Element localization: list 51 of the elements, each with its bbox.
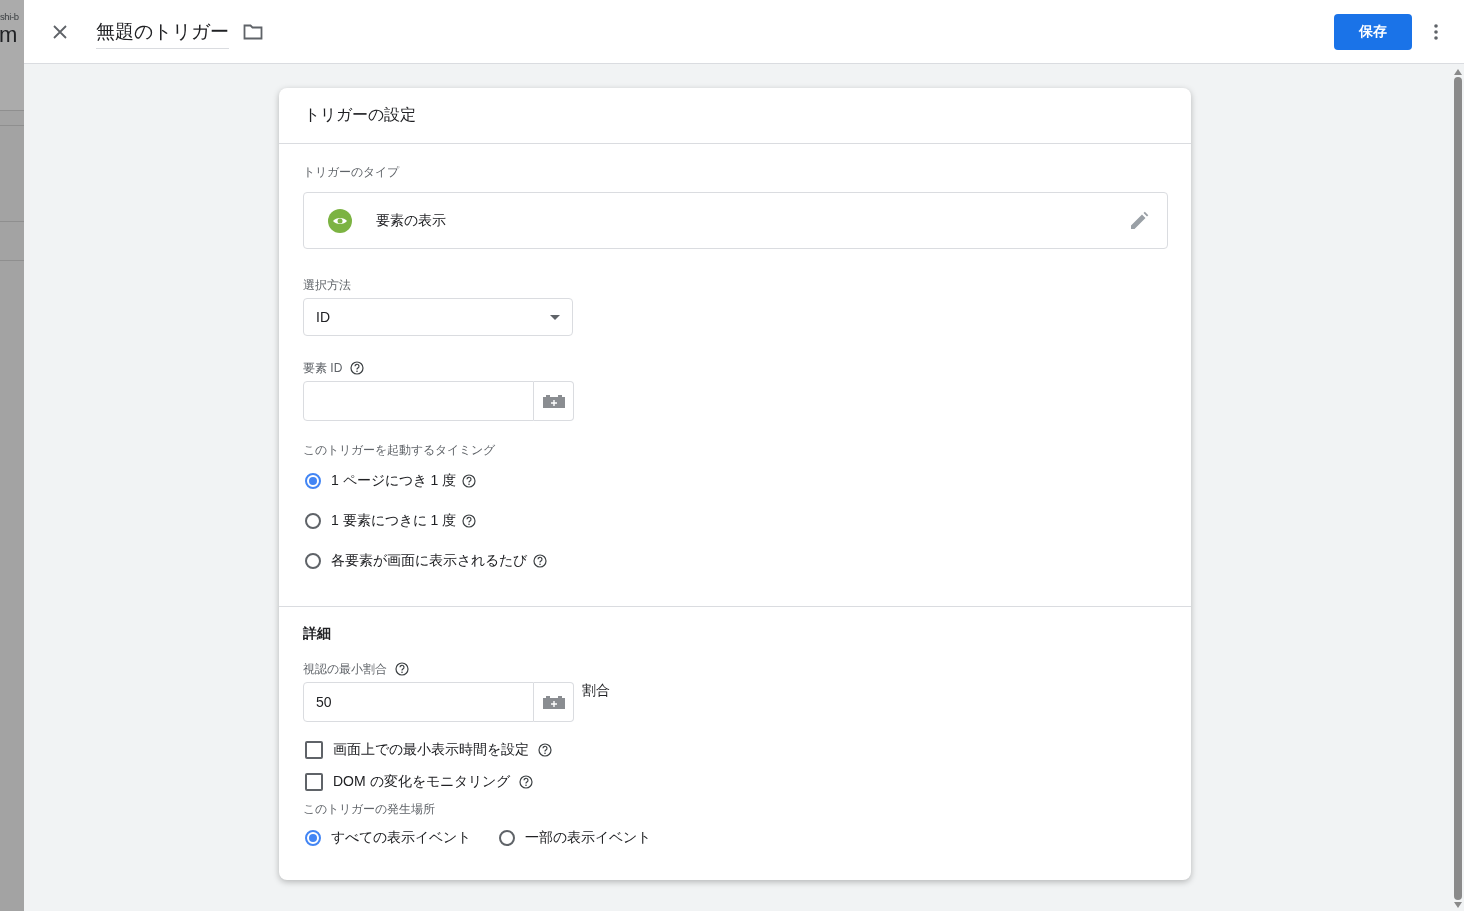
background-text: m <box>0 22 19 48</box>
element-id-field[interactable] <box>303 381 534 421</box>
radio-label: すべての表示イベント <box>331 829 471 847</box>
help-icon[interactable] <box>538 743 552 757</box>
section-heading: 詳細 <box>303 625 332 643</box>
field-label: トリガーのタイプ <box>303 164 401 180</box>
trigger-name-field[interactable]: 無題のトリガー <box>96 14 229 49</box>
selection-method-dropdown[interactable]: ID <box>303 298 573 336</box>
unit-label: 割合 <box>582 682 610 700</box>
help-icon[interactable] <box>350 361 365 375</box>
scroll-up-icon[interactable] <box>1454 69 1462 75</box>
variable-picker-icon <box>541 394 566 408</box>
save-button[interactable]: 保存 <box>1334 13 1412 50</box>
radio-button[interactable] <box>305 473 321 489</box>
checkbox-label: DOM の変化をモニタリング <box>333 773 510 791</box>
help-icon[interactable] <box>462 474 477 488</box>
checkbox[interactable] <box>305 773 323 791</box>
radio-label: 1 ページにつき 1 度 <box>331 472 457 490</box>
field-label: 要素 ID <box>303 359 343 377</box>
help-icon[interactable] <box>518 775 533 789</box>
radio-button[interactable] <box>305 553 321 569</box>
close-icon[interactable] <box>52 23 68 40</box>
min-percent-field[interactable]: 50 <box>303 682 534 722</box>
pencil-icon[interactable] <box>1129 210 1149 231</box>
radio-label: 各要素が画面に表示されるたび <box>331 552 527 570</box>
more-icon[interactable] <box>1434 23 1438 40</box>
help-icon[interactable] <box>395 662 409 676</box>
radio-button[interactable] <box>499 830 515 846</box>
trigger-type-value: 要素の表示 <box>376 211 447 230</box>
scroll-down-icon[interactable] <box>1454 902 1462 908</box>
radio-button[interactable] <box>305 513 321 529</box>
background-text: shi-b <box>0 10 19 22</box>
field-label: このトリガーを起動するタイミング <box>303 442 496 458</box>
checkbox-label: 画面上での最小表示時間を設定 <box>333 741 529 759</box>
help-icon[interactable] <box>462 514 477 528</box>
radio-button[interactable] <box>305 830 321 846</box>
variable-picker-button[interactable] <box>534 682 574 722</box>
eye-icon <box>328 208 352 233</box>
variable-picker-button[interactable] <box>534 381 574 421</box>
variable-picker-icon <box>541 695 566 709</box>
checkbox[interactable] <box>305 741 323 759</box>
folder-icon[interactable] <box>243 23 263 40</box>
trigger-type-selector[interactable]: 要素の表示 <box>303 192 1168 249</box>
field-label: 視認の最小割合 <box>303 660 387 678</box>
help-icon[interactable] <box>533 554 547 568</box>
radio-label: 一部の表示イベント <box>525 829 651 847</box>
radio-label: 1 要素につきに 1 度 <box>331 512 457 530</box>
field-label: このトリガーの発生場所 <box>303 801 436 817</box>
dropdown-arrow-icon <box>550 314 560 320</box>
field-label: 選択方法 <box>303 277 352 293</box>
card-title: トリガーの設定 <box>279 88 1191 144</box>
